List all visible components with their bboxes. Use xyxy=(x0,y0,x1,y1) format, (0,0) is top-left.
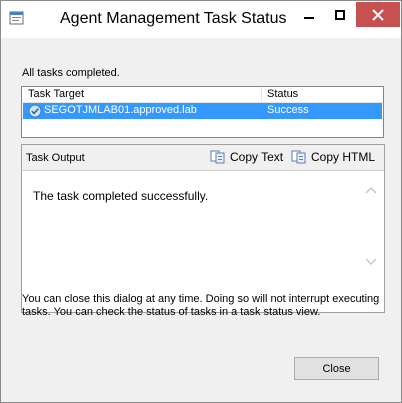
status-message: All tasks completed. xyxy=(22,67,120,79)
task-status-window: Agent Management Task Status All tasks c… xyxy=(0,0,402,403)
window-title: Agent Management Task Status xyxy=(60,10,287,27)
copy-html-button[interactable]: Copy HTML xyxy=(291,150,375,164)
copy-html-label: Copy HTML xyxy=(311,150,376,164)
column-header-task-target[interactable]: Task Target xyxy=(28,88,84,100)
minimize-icon xyxy=(304,16,314,19)
close-window-button[interactable] xyxy=(356,2,400,27)
task-list-row[interactable]: SEGOTJMLAB01.approved.lab Success xyxy=(23,103,382,119)
copy-icon xyxy=(291,150,306,164)
column-divider[interactable] xyxy=(261,87,262,102)
dialog-body: All tasks completed. Task Target Status … xyxy=(9,38,393,395)
close-button[interactable]: Close xyxy=(294,357,379,380)
task-output-panel: Task Output Copy Text Copy HTML The task… xyxy=(21,144,385,313)
copy-text-button[interactable]: Copy Text xyxy=(210,150,283,164)
task-output-text: The task completed successfully. xyxy=(33,189,209,203)
task-target-cell: SEGOTJMLAB01.approved.lab xyxy=(44,104,197,116)
scroll-up-icon[interactable] xyxy=(365,186,377,194)
scroll-down-icon[interactable] xyxy=(365,258,377,266)
close-icon xyxy=(372,8,384,21)
task-status-cell: Success xyxy=(267,104,309,116)
copy-icon xyxy=(210,150,225,164)
maximize-button[interactable] xyxy=(325,2,355,27)
info-message: You can close this dialog at any time. D… xyxy=(22,293,380,318)
task-output-label: Task Output xyxy=(26,152,85,164)
column-header-status[interactable]: Status xyxy=(267,88,298,100)
task-output-header: Task Output Copy Text Copy HTML xyxy=(22,145,384,171)
task-list[interactable]: Task Target Status SEGOTJMLAB01.approved… xyxy=(21,86,384,138)
copy-text-label: Copy Text xyxy=(230,150,284,164)
title-bar[interactable]: Agent Management Task Status xyxy=(1,1,401,38)
task-status-app-icon xyxy=(9,11,24,25)
minimize-button[interactable] xyxy=(294,2,324,27)
task-list-header: Task Target Status xyxy=(22,87,383,103)
maximize-icon xyxy=(335,9,345,20)
success-check-icon xyxy=(28,104,42,118)
